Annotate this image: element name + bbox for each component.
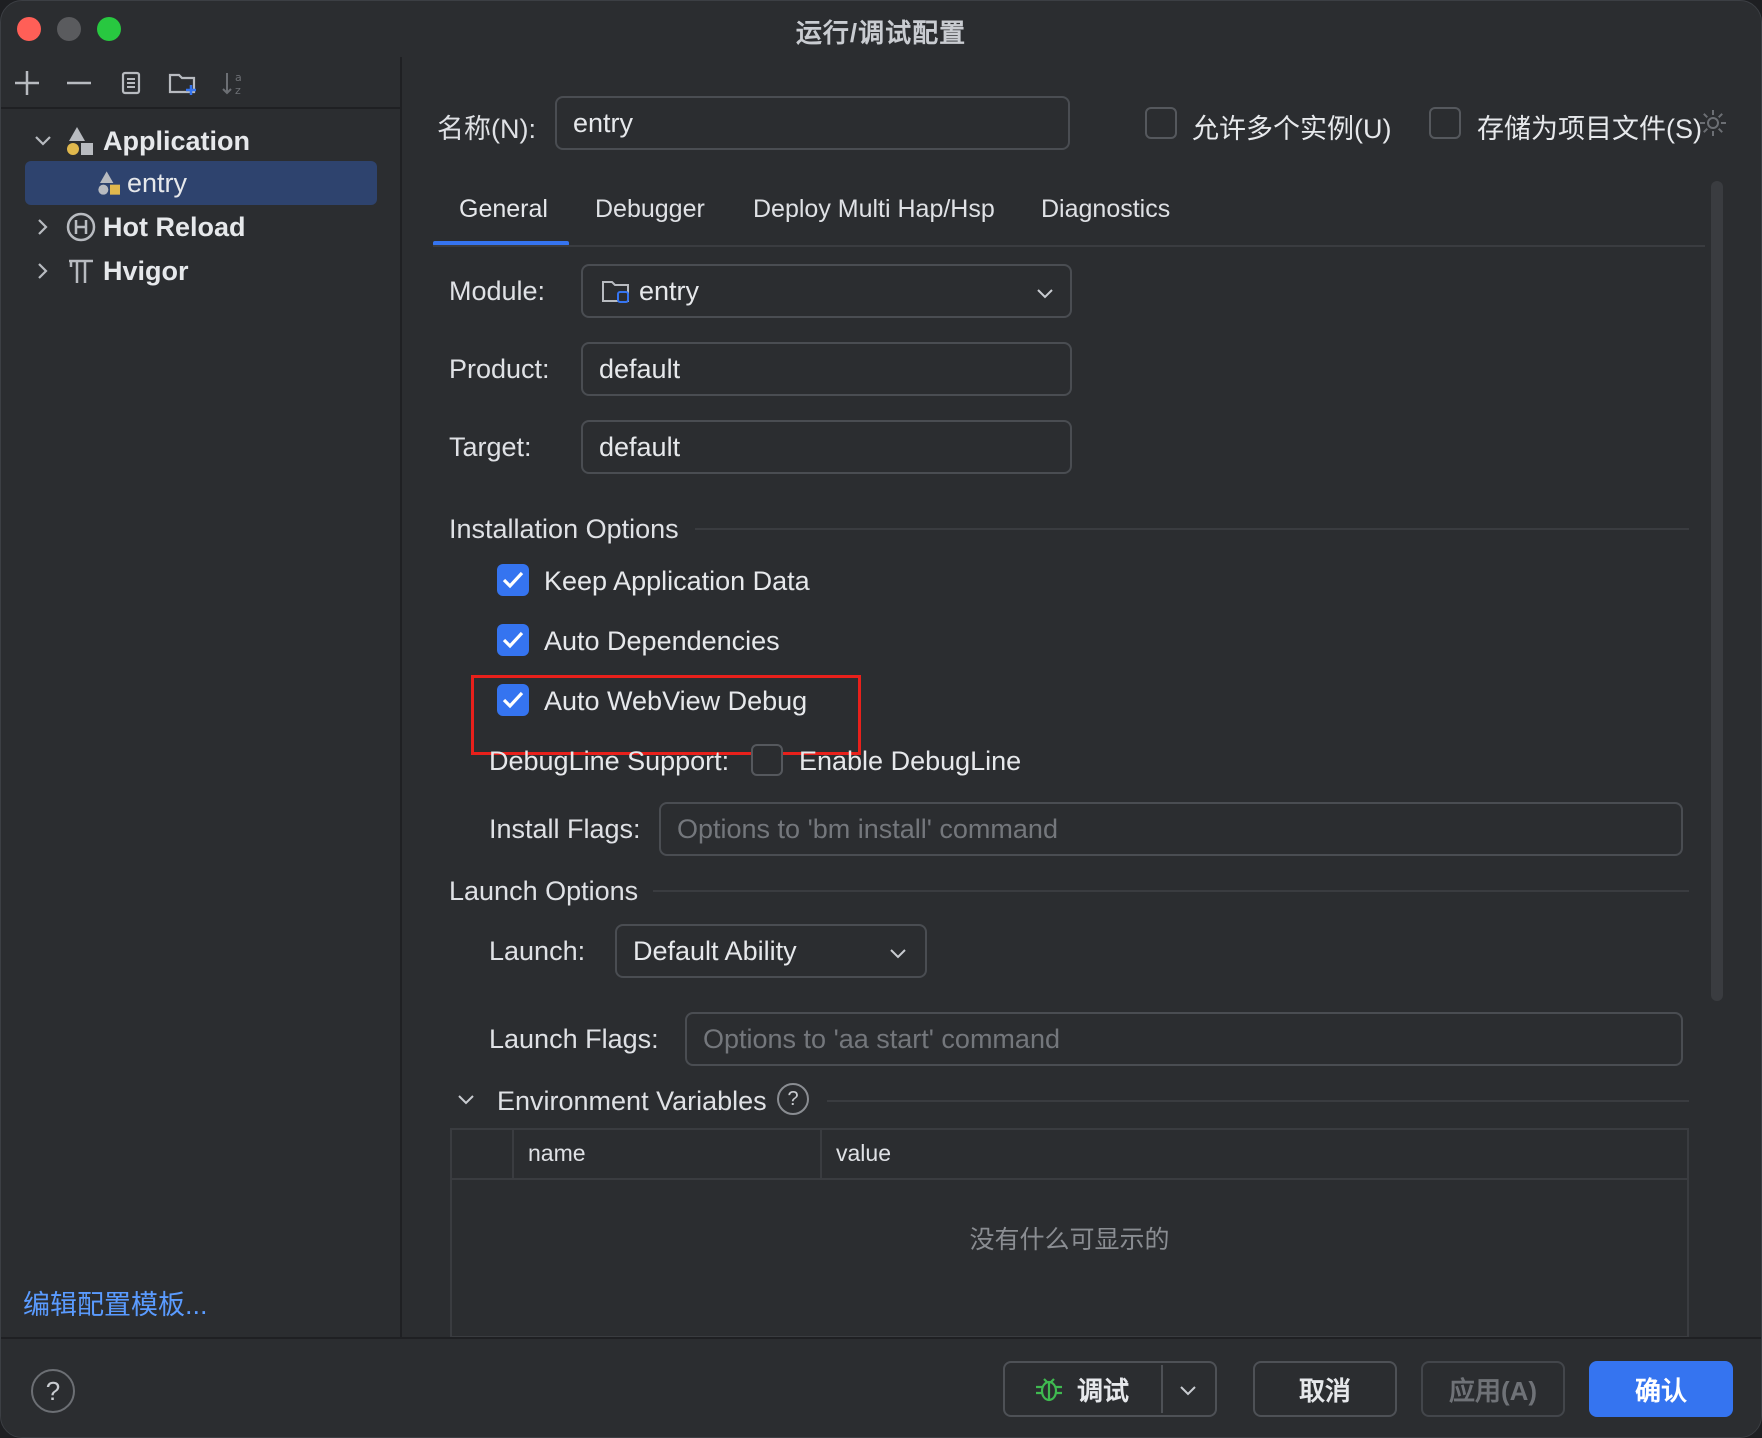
launch-options-title: Launch Options <box>449 876 639 906</box>
debug-button-label: 调试 <box>1077 1375 1130 1406</box>
new-folder-icon[interactable] <box>167 67 199 99</box>
product-input-value: default <box>599 353 681 384</box>
tree-label-entry: entry <box>127 167 188 198</box>
name-input-value: entry <box>573 107 634 138</box>
svg-text:a: a <box>235 71 242 84</box>
env-table-header: name value <box>452 1130 1687 1180</box>
target-input[interactable]: default <box>581 420 1072 474</box>
tree-item-entry[interactable]: entry <box>25 161 377 205</box>
target-label: Target: <box>449 432 532 462</box>
add-icon[interactable] <box>11 67 43 99</box>
sidebar: a z Application entry Hot Reload Hvigor … <box>1 57 402 1337</box>
cancel-button[interactable]: 取消 <box>1253 1361 1397 1417</box>
tree-label-hot-reload: Hot Reload <box>103 211 246 242</box>
tab-debugger[interactable]: Debugger <box>595 195 705 224</box>
enable-debugline-checkbox[interactable] <box>751 744 783 776</box>
chevron-down-icon[interactable] <box>887 942 909 964</box>
remove-icon[interactable] <box>63 67 95 99</box>
chevron-down-icon[interactable] <box>1034 282 1056 304</box>
tree-item-hot-reload[interactable]: Hot Reload <box>25 205 377 249</box>
store-as-file-checkbox[interactable] <box>1429 107 1461 139</box>
env-col-separator <box>820 1130 822 1180</box>
launch-flags-placeholder: Options to 'aa start' command <box>703 1023 1060 1054</box>
enable-debugline-label: Enable DebugLine <box>799 746 1022 776</box>
debug-split-divider <box>1161 1365 1163 1413</box>
environment-variables-title: Environment Variables <box>497 1086 767 1116</box>
env-empty-text: 没有什么可显示的 <box>969 1226 1170 1254</box>
chevron-right-icon[interactable] <box>29 257 57 285</box>
tab-deploy-multi-hap[interactable]: Deploy Multi Hap/Hsp <box>753 195 995 224</box>
keep-app-data-checkbox[interactable] <box>497 564 529 596</box>
store-as-file-label: 存储为项目文件(S) <box>1477 114 1702 144</box>
copy-icon[interactable] <box>115 67 147 99</box>
launch-label: Launch: <box>489 936 586 966</box>
checkmark-icon <box>502 631 524 649</box>
gear-icon[interactable] <box>1697 107 1729 139</box>
product-label: Product: <box>449 354 550 384</box>
launch-select-value: Default Ability <box>633 935 797 966</box>
scrollbar[interactable] <box>1711 181 1723 1001</box>
install-flags-placeholder: Options to 'bm install' command <box>677 813 1058 844</box>
application-icon <box>98 171 120 195</box>
name-input[interactable]: entry <box>555 96 1070 150</box>
name-label: 名称(N): <box>437 114 536 144</box>
chevron-down-icon[interactable] <box>29 127 57 155</box>
sidebar-toolbar: a z <box>1 57 402 109</box>
tabs-divider <box>433 245 1705 247</box>
chevron-down-icon[interactable] <box>453 1087 479 1113</box>
checkmark-icon <box>502 571 524 589</box>
tree-label-hvigor: Hvigor <box>103 255 189 286</box>
run-debug-config-window: 运行/调试配置 a z Application entry Hot Reload… <box>0 0 1762 1438</box>
edit-templates-link[interactable]: 编辑配置模板... <box>23 1283 208 1322</box>
module-select-value: entry <box>639 275 700 306</box>
window-title: 运行/调试配置 <box>795 18 967 48</box>
help-icon[interactable]: ? <box>777 1083 809 1115</box>
launch-divider <box>653 890 1689 892</box>
tab-general[interactable]: General <box>459 195 548 224</box>
launch-select[interactable]: Default Ability <box>615 924 927 978</box>
hot-reload-icon <box>66 212 96 242</box>
sort-icon[interactable]: a z <box>219 67 251 99</box>
module-select[interactable]: entry <box>581 264 1072 318</box>
footer: ? 调试 取消 应用(A) 确认 <box>1 1337 1761 1437</box>
keep-app-data-label: Keep Application Data <box>544 566 810 596</box>
bug-icon <box>1036 1378 1062 1402</box>
tree-label-application: Application <box>103 125 250 156</box>
apply-button[interactable]: 应用(A) <box>1421 1361 1565 1417</box>
highlight-annotation-box <box>471 675 861 755</box>
env-col-separator <box>512 1130 514 1180</box>
title-bar: 运行/调试配置 <box>1 1 1761 57</box>
launch-flags-label: Launch Flags: <box>489 1024 659 1054</box>
chevron-down-icon[interactable] <box>1177 1379 1199 1401</box>
ok-button[interactable]: 确认 <box>1589 1361 1733 1417</box>
help-button[interactable]: ? <box>31 1369 75 1413</box>
tab-diagnostics[interactable]: Diagnostics <box>1041 195 1170 224</box>
install-flags-label: Install Flags: <box>489 814 641 844</box>
installation-divider <box>695 528 1689 530</box>
install-flags-input[interactable]: Options to 'bm install' command <box>659 802 1683 856</box>
tree-item-hvigor[interactable]: Hvigor <box>25 249 377 293</box>
target-input-value: default <box>599 431 681 462</box>
installation-options-title: Installation Options <box>449 514 679 544</box>
chevron-right-icon[interactable] <box>29 213 57 241</box>
allow-multiple-checkbox[interactable] <box>1145 107 1177 139</box>
launch-flags-input[interactable]: Options to 'aa start' command <box>685 1012 1683 1066</box>
env-divider <box>827 1100 1689 1102</box>
module-label: Module: <box>449 276 546 306</box>
application-icon <box>67 127 93 155</box>
svg-text:z: z <box>235 84 241 97</box>
environment-variables-table: name value 没有什么可显示的 <box>450 1128 1689 1338</box>
debugline-support-label: DebugLine Support: <box>489 746 730 776</box>
auto-dependencies-label: Auto Dependencies <box>544 626 780 656</box>
tree-item-application[interactable]: Application <box>25 119 377 163</box>
allow-multiple-label: 允许多个实例(U) <box>1192 114 1392 144</box>
auto-dependencies-checkbox[interactable] <box>497 624 529 656</box>
hvigor-icon <box>69 259 93 283</box>
module-folder-icon <box>602 281 629 303</box>
env-col-value[interactable]: value <box>836 1140 891 1167</box>
product-input[interactable]: default <box>581 342 1072 396</box>
env-col-name[interactable]: name <box>528 1140 586 1167</box>
